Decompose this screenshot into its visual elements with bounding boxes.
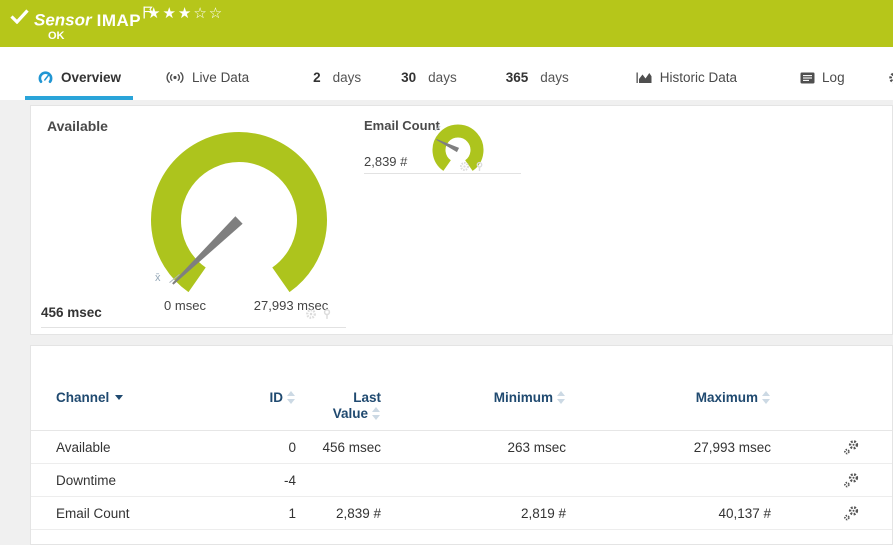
tab-label: Log — [822, 70, 845, 85]
tab-label: days — [428, 70, 457, 85]
settings-gear-icon — [888, 71, 893, 85]
tab-historic-data[interactable]: Historic Data — [624, 47, 749, 100]
email-count-current-value: 2,839 # — [364, 154, 408, 169]
cell-channel: Email Count — [56, 505, 130, 521]
tab-label: days — [540, 70, 569, 85]
column-header-id[interactable]: ID — [241, 390, 296, 406]
available-current-value: 456 msec — [41, 305, 102, 320]
live-data-icon — [165, 70, 185, 85]
gauge-pin-icon[interactable] — [321, 308, 333, 320]
cell-maximum: 27,993 msec — [693, 439, 771, 455]
log-icon — [800, 72, 815, 84]
channel-settings-icon[interactable] — [843, 439, 860, 456]
tab-bar: Overview Live Data 2 days 30 days 365 da… — [0, 47, 893, 100]
tab-label: Live Data — [192, 70, 250, 85]
column-header-last-value[interactable]: Last Value — [296, 390, 381, 422]
cell-id: 1 — [288, 505, 296, 521]
gauge-title-available: Available — [47, 118, 108, 134]
tab-log[interactable]: Log — [788, 47, 857, 100]
table-row-email-count: Email Count 1 2,839 # 2,819 # 40,137 # — [31, 497, 892, 530]
channel-table-header: Channel ID Last Value Minimum Maximum — [31, 346, 892, 431]
sort-icon — [557, 391, 566, 404]
sensor-title: Sensor IMAP — [34, 6, 153, 31]
tab-settings[interactable]: Settings — [876, 47, 893, 100]
gauge-hover-actions — [305, 308, 333, 320]
sensor-name: IMAP — [96, 10, 142, 30]
cell-id: -4 — [283, 472, 296, 488]
sort-icon — [372, 407, 381, 420]
sensor-type-label: Sensor — [34, 10, 92, 30]
column-header-minimum[interactable]: Minimum — [381, 390, 566, 406]
cell-channel: Downtime — [56, 472, 117, 488]
cell-channel: Available — [56, 439, 111, 455]
available-cell-divider — [41, 327, 346, 328]
tab-label: Historic Data — [659, 70, 738, 85]
email-cell-divider — [364, 173, 521, 174]
column-header-maximum[interactable]: Maximum — [566, 390, 771, 406]
gauges-panel: Available x̄ 0 msec 27,993 msec 456 msec… — [30, 105, 893, 335]
tab-365-days[interactable]: 365 days — [494, 47, 581, 100]
tab-overview[interactable]: Overview — [25, 47, 134, 100]
sensor-status-text: OK — [48, 30, 65, 42]
gauge-hover-actions — [459, 161, 485, 172]
tab-label: Overview — [61, 70, 122, 85]
sort-icon — [762, 391, 771, 404]
table-row-downtime: Downtime -4 — [31, 464, 892, 497]
status-ok-check-icon — [10, 9, 29, 24]
average-marker: x̄ — [155, 272, 161, 284]
sensor-status-header: Sensor IMAP ★★★☆☆ OK — [0, 0, 893, 47]
tab-day-count: 2 — [313, 70, 321, 85]
cell-last-value: 456 msec — [322, 439, 381, 455]
gauge-arc — [151, 132, 327, 293]
historic-data-icon — [636, 71, 653, 84]
cell-maximum: 40,137 # — [718, 505, 771, 521]
channel-sort-desc-icon — [115, 395, 124, 400]
cell-id: 0 — [288, 439, 296, 455]
tab-live-data[interactable]: Live Data — [153, 47, 261, 100]
gauge-settings-gear-icon[interactable] — [305, 308, 317, 320]
cell-last-value: 2,839 # — [335, 505, 381, 521]
tab-2-days[interactable]: 2 days — [301, 47, 373, 100]
cell-minimum: 2,819 # — [520, 505, 566, 521]
gauge-settings-gear-icon[interactable] — [459, 161, 470, 172]
table-row-available: Available 0 456 msec 263 msec 27,993 mse… — [31, 431, 892, 464]
tab-day-count: 365 — [505, 70, 529, 85]
gauge-pin-icon[interactable] — [474, 161, 485, 172]
tab-30-days[interactable]: 30 days — [389, 47, 469, 100]
channel-settings-icon[interactable] — [843, 505, 860, 522]
sort-icon — [287, 391, 296, 404]
tab-day-count: 30 — [401, 70, 417, 85]
cell-minimum: 263 msec — [507, 439, 566, 455]
priority-stars[interactable]: ★★★☆☆ — [147, 4, 224, 22]
overview-gauge-icon — [37, 70, 54, 85]
column-header-channel[interactable]: Channel — [56, 390, 241, 406]
gauge-min-label: 0 msec — [164, 298, 206, 313]
channel-settings-icon[interactable] — [843, 472, 860, 489]
channels-panel: Channel ID Last Value Minimum Maximum Av… — [30, 345, 893, 545]
tab-label: days — [332, 70, 362, 85]
gauge-max-label: 27,993 msec — [253, 298, 329, 313]
available-gauge — [151, 132, 327, 293]
